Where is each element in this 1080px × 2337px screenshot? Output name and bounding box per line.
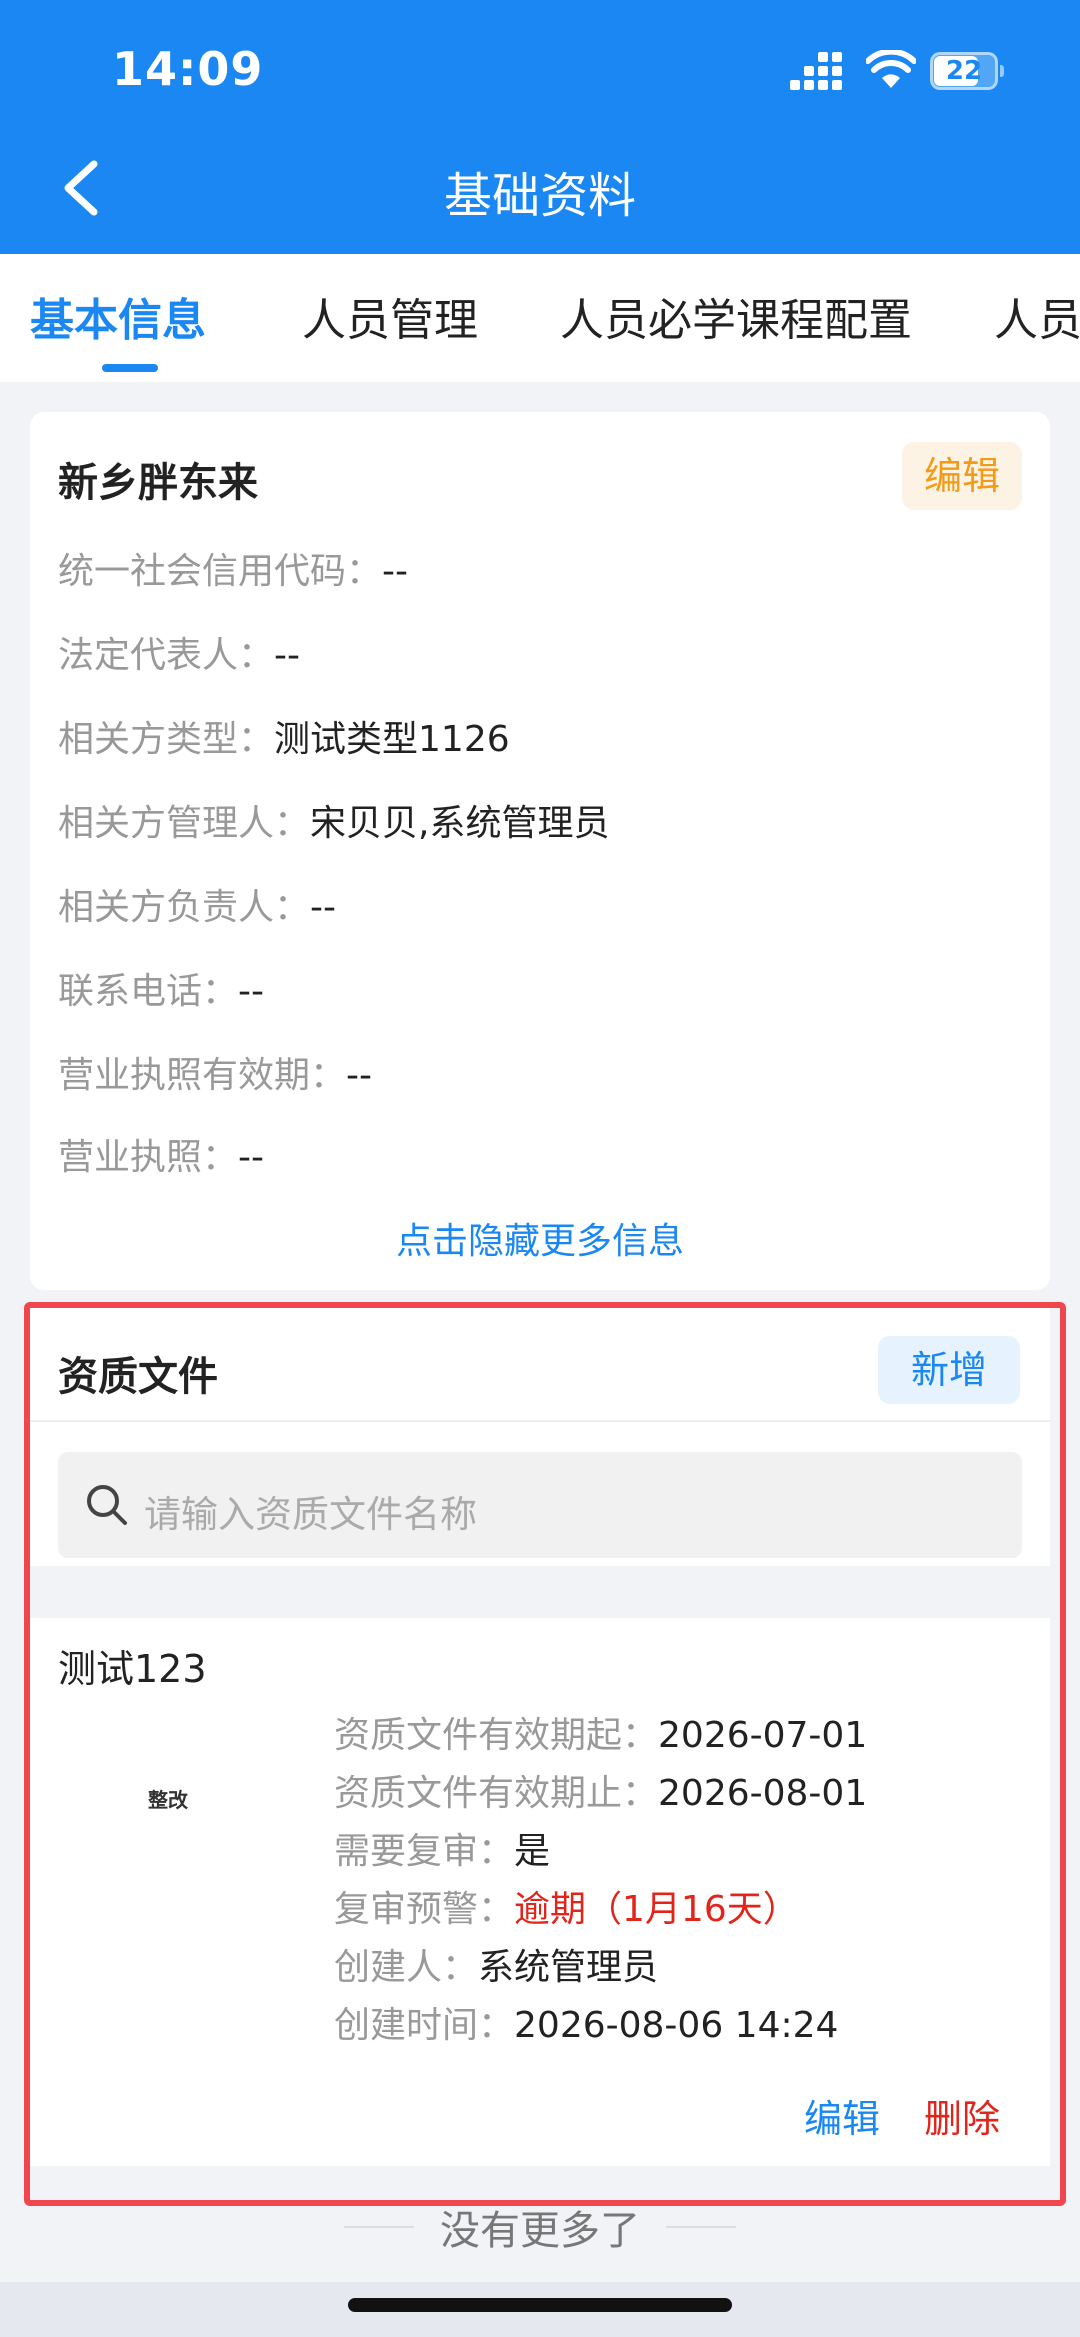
row-valid-from: 资质文件有效期起：2026-07-01 bbox=[334, 1715, 868, 1756]
info-row-party-manager: 相关方管理人：宋贝贝,系统管理员 bbox=[58, 803, 610, 844]
info-row-phone: 联系电话：-- bbox=[58, 971, 264, 1012]
tab-personnel-management[interactable]: 人员管理 bbox=[302, 284, 478, 348]
add-qualification-button[interactable]: 新增 bbox=[878, 1336, 1020, 1404]
row-review-warning: 复审预警：逾期（1月16天） bbox=[334, 1889, 799, 1930]
edit-qualification-button[interactable]: 编辑 bbox=[804, 2088, 880, 2143]
row-created-time: 创建时间：2026-08-06 14:24 bbox=[334, 2005, 839, 2046]
info-row-license: 营业执照：-- bbox=[58, 1137, 264, 1178]
edit-company-button[interactable]: 编辑 bbox=[902, 442, 1022, 510]
qualification-thumbnail[interactable]: 整改 bbox=[148, 1784, 188, 1813]
tab-personnel-more[interactable]: 人员 bbox=[994, 284, 1080, 348]
search-container: 请输入资质文件名称 bbox=[30, 1422, 1050, 1566]
info-row-party-type: 相关方类型：测试类型1126 bbox=[58, 719, 510, 760]
app-header: 14:09 22 基础资料 bbox=[0, 0, 1080, 254]
info-row-party-owner: 相关方负责人：-- bbox=[58, 887, 336, 928]
battery-level: 22 bbox=[945, 56, 983, 86]
qualification-section: 资质文件 新增 请输入资质文件名称 测试123 整改 资质文件有效期起：2026… bbox=[30, 1306, 1050, 2202]
qualification-name: 测试123 bbox=[58, 1647, 207, 1691]
qualification-item[interactable]: 测试123 整改 资质文件有效期起：2026-07-01 资质文件有效期止：20… bbox=[30, 1618, 1050, 2166]
row-needs-review: 需要复审：是 bbox=[334, 1831, 551, 1872]
active-tab-indicator bbox=[102, 364, 158, 372]
section-title: 资质文件 bbox=[58, 1354, 218, 1400]
delete-qualification-button[interactable]: 删除 bbox=[924, 2088, 1000, 2143]
company-info-card: 新乡胖东来 编辑 统一社会信用代码：-- 法定代表人：-- 相关方类型：测试类型… bbox=[30, 412, 1050, 1290]
row-valid-to: 资质文件有效期止：2026-08-01 bbox=[334, 1773, 868, 1814]
search-placeholder: 请输入资质文件名称 bbox=[144, 1493, 477, 1536]
search-icon bbox=[87, 1485, 127, 1525]
hide-more-info-link[interactable]: 点击隐藏更多信息 bbox=[30, 1212, 1050, 1264]
tab-basic-info[interactable]: 基本信息 bbox=[30, 284, 206, 348]
page-title: 基础资料 bbox=[443, 168, 636, 224]
list-end-indicator: 没有更多了 bbox=[0, 2198, 1080, 2254]
battery-icon: 22 bbox=[930, 52, 1004, 90]
info-row-legal-rep: 法定代表人：-- bbox=[58, 635, 300, 676]
overdue-badge: 逾期（1月16天） bbox=[514, 1889, 799, 1930]
info-row-license-validity: 营业执照有效期：-- bbox=[58, 1055, 372, 1096]
tab-bar: 基本信息 人员管理 人员必学课程配置 人员 bbox=[0, 254, 1080, 382]
info-row-credit-code: 统一社会信用代码：-- bbox=[58, 551, 408, 592]
company-name: 新乡胖东来 bbox=[58, 460, 258, 506]
home-indicator[interactable] bbox=[348, 2298, 732, 2312]
tab-required-courses[interactable]: 人员必学课程配置 bbox=[560, 284, 912, 348]
qualification-header: 资质文件 新增 bbox=[30, 1306, 1050, 1422]
status-time: 14:09 bbox=[112, 42, 264, 96]
divider-right bbox=[666, 2226, 736, 2228]
no-more-text: 没有更多了 bbox=[440, 2208, 640, 2254]
row-creator: 创建人：系统管理员 bbox=[334, 1947, 659, 1988]
qualification-search-input[interactable]: 请输入资质文件名称 bbox=[58, 1452, 1022, 1558]
cellular-signal-icon bbox=[790, 52, 844, 90]
wifi-icon bbox=[866, 50, 916, 88]
